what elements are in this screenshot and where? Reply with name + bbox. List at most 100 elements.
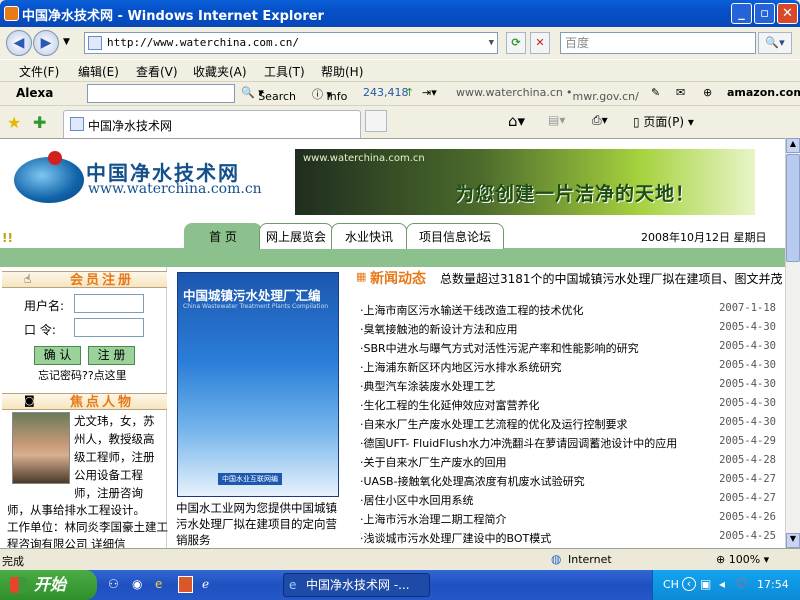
menu-view[interactable]: 查看(V) (136, 63, 178, 80)
news-title: ·生化工程的生化延伸效应对富营养化 (360, 399, 540, 412)
alexa-site-link[interactable]: www.waterchina.cn (456, 86, 563, 99)
focus-workplace-link[interactable]: 工作单位：林同炎李国豪土建工程咨询有限公司 详细信 (7, 519, 169, 548)
add-favorites-icon[interactable]: ✚ (33, 113, 46, 132)
news-date: 2005-4-30 (719, 397, 776, 409)
username-input[interactable] (74, 294, 144, 313)
alexa-globe-icon[interactable]: ⊕ (703, 86, 712, 99)
vertical-scrollbar[interactable]: ▲ ▼ (785, 138, 800, 548)
forward-button[interactable]: ▶ (33, 30, 59, 56)
window-title: 中国净水技术网 - Windows Internet Explorer (22, 9, 324, 24)
quicklaunch-media-icon[interactable]: ◉ (132, 577, 142, 591)
language-indicator[interactable]: CH (663, 578, 679, 591)
register-button[interactable]: 注 册 (88, 346, 135, 365)
search-icon[interactable]: 🔍▾ (758, 32, 792, 54)
news-item[interactable]: ·关于自来水厂生产废水的回用 2005-4-28 (356, 451, 780, 470)
zoom-control[interactable]: ⊕ 100% ▾ (716, 553, 769, 566)
news-item[interactable]: ·生化工程的生化延伸效应对富营养化 2005-4-30 (356, 394, 780, 413)
news-title: ·上海市污水治理二期工程简介 (360, 513, 507, 526)
alexa-logo[interactable]: Alexa (16, 86, 53, 100)
banner-slogan: 为您创建一片洁净的天地！ (455, 183, 696, 205)
news-item[interactable]: ·上海浦东新区环内地区污水排水系统研究 2005-4-30 (356, 356, 780, 375)
tab-waterchina[interactable]: 中国净水技术网 (63, 110, 361, 138)
alexa-search-button[interactable]: 🔍 Search ▾ (241, 86, 296, 103)
nav-project-forum[interactable]: 项目信息论坛 (406, 223, 504, 249)
menu-help[interactable]: 帮助(H) (321, 63, 363, 80)
tray-volume-icon[interactable]: ◂ (719, 577, 725, 591)
title-bar: 中国净水技术网 - Windows Internet Explorer _ ▫ … (0, 0, 800, 27)
news-date: 2005-4-30 (719, 359, 776, 371)
menu-favorites[interactable]: 收藏夹(A) (193, 63, 247, 80)
news-item[interactable]: ·上海市污水治理二期工程简介 2005-4-26 (356, 508, 780, 527)
scroll-down-icon[interactable]: ▼ (786, 533, 800, 548)
news-item[interactable]: ·浅谈城市污水处理厂建设中的BOT模式 2005-4-25 (356, 527, 780, 546)
nav-exhibition[interactable]: 网上展览会 (259, 223, 333, 249)
password-input[interactable] (74, 318, 144, 337)
quicklaunch-users-icon[interactable]: ⚇ (108, 577, 119, 591)
nav-news-flash[interactable]: 水业快讯 (331, 223, 407, 249)
menu-bar: 文件(F) 编辑(E) 查看(V) 收藏夹(A) 工具(T) 帮助(H) (0, 59, 800, 81)
news-ticker[interactable]: 总数量超过3181个的中国城镇污水处理厂拟在建项目、图文并茂 (440, 270, 782, 286)
alexa-info-button[interactable]: ⓘ Info ▾ (312, 86, 347, 103)
news-title: ·居住小区中水回用系统 (360, 494, 474, 507)
news-item[interactable]: ·UASB-接触氧化处理高浓度有机废水试验研究 2005-4-27 (356, 470, 780, 489)
news-title: ·上海浦东新区环内地区污水排水系统研究 (360, 361, 562, 374)
menu-edit[interactable]: 编辑(E) (78, 63, 119, 80)
news-item[interactable]: ·臭氧接触池的新设计方法和应用 2005-4-30 (356, 318, 780, 337)
alexa-mwr-link[interactable]: • mwr.gov.cn/ (566, 86, 639, 103)
tray-expand-icon[interactable]: ‹ (682, 577, 696, 591)
windows-logo-icon (10, 577, 27, 593)
menu-tools[interactable]: 工具(T) (264, 63, 305, 80)
address-url: http://www.waterchina.com.cn/ (107, 36, 300, 49)
amazon-link[interactable]: amazon.com (727, 86, 800, 99)
quicklaunch-ie2-icon[interactable]: ℯ (202, 577, 209, 591)
address-dropdown-icon[interactable]: ▼ (489, 33, 494, 53)
news-item[interactable]: ·上海市南区污水输送干线改造工程的技术优化 2007-1-18 (356, 299, 780, 318)
nav-home[interactable]: 首 页 (184, 223, 262, 251)
minimize-button[interactable]: _ (731, 3, 752, 24)
news-item[interactable]: ·居住小区中水回用系统 2005-4-27 (356, 489, 780, 508)
quicklaunch-ie-icon[interactable]: e (155, 577, 162, 591)
print-icon[interactable]: ⎙▾ (592, 113, 608, 128)
alexa-nav-icon[interactable]: ⇥▾ (422, 86, 437, 99)
address-input[interactable]: http://www.waterchina.com.cn/ ▼ (84, 32, 498, 54)
left-column: 会员注册 ☝ 用户名: 口 令: 确 认 注 册 忘记密码??点这里 焦点人物 … (2, 267, 169, 548)
tray-security-icon[interactable]: ⛉ (737, 577, 746, 592)
stop-icon[interactable]: ✕ (530, 32, 550, 54)
alexa-tool-icon[interactable]: ✎ (651, 86, 660, 99)
focus-person-photo[interactable] (12, 412, 70, 484)
web-content: 中国净水技术网 www.waterchina.com.cn www.waterc… (0, 138, 785, 548)
news-item[interactable]: ·自来水厂生产废水处理工艺流程的优化及运行控制要求 2005-4-30 (356, 413, 780, 432)
news-item[interactable]: ·德国UFT- FluidFlush水力冲洗翻斗在萝请园调蓄池设计中的应用 200… (356, 432, 780, 451)
alexa-mail-icon[interactable]: ✉ (676, 86, 685, 99)
search-input[interactable]: 百度 (560, 32, 756, 54)
maximize-button[interactable]: ▫ (754, 3, 775, 24)
status-zone: Internet (568, 553, 612, 566)
favorites-star-icon[interactable]: ★ (7, 113, 21, 132)
start-button[interactable]: 开始 (0, 570, 97, 600)
refresh-icon[interactable]: ⟳ (506, 32, 526, 54)
news-date: 2005-4-30 (719, 378, 776, 390)
scroll-thumb[interactable] (786, 154, 800, 262)
quicklaunch-app-icon[interactable] (178, 576, 193, 593)
confirm-button[interactable]: 确 认 (34, 346, 81, 365)
scroll-up-icon[interactable]: ▲ (786, 138, 800, 153)
page-menu[interactable]: ▯ 页面(P) ▾ (633, 113, 694, 130)
tray-network-icon[interactable]: ▣ (700, 577, 711, 591)
focus-bio-full: 师，从事给排水工程设计。 (7, 503, 145, 517)
book-caption-link[interactable]: 中国水工业网为您提供中国城镇污水处理厂拟在建项目的定向营销服务 (176, 500, 344, 548)
new-tab-button[interactable] (365, 110, 387, 132)
menu-file[interactable]: 文件(F) (19, 63, 59, 80)
forgot-password-link[interactable]: 忘记密码??点这里 (38, 367, 127, 383)
home-icon[interactable]: ⌂▾ (508, 112, 525, 130)
news-item[interactable]: ·SBR中进水与曝气方式对活性污泥产率和性能影响的研究 2005-4-30 (356, 337, 780, 356)
taskbar-ie-window[interactable]: e 中国净水技术网 -... (283, 573, 430, 597)
close-button[interactable]: ✕ (777, 3, 798, 24)
news-item[interactable]: ·典型汽车涂装废水处理工艺 2005-4-30 (356, 375, 780, 394)
book-column: 中国城镇污水处理厂汇编 China Wastewater Treatment P… (170, 267, 350, 548)
book-cover-image[interactable]: 中国城镇污水处理厂汇编 China Wastewater Treatment P… (177, 272, 339, 497)
feeds-icon[interactable]: ▤▾ (548, 113, 565, 127)
alexa-search-input[interactable] (87, 84, 235, 103)
back-button[interactable]: ◀ (6, 30, 32, 56)
news-date: 2005-4-25 (719, 530, 776, 542)
history-dropdown-icon[interactable]: ▼ (63, 37, 70, 47)
